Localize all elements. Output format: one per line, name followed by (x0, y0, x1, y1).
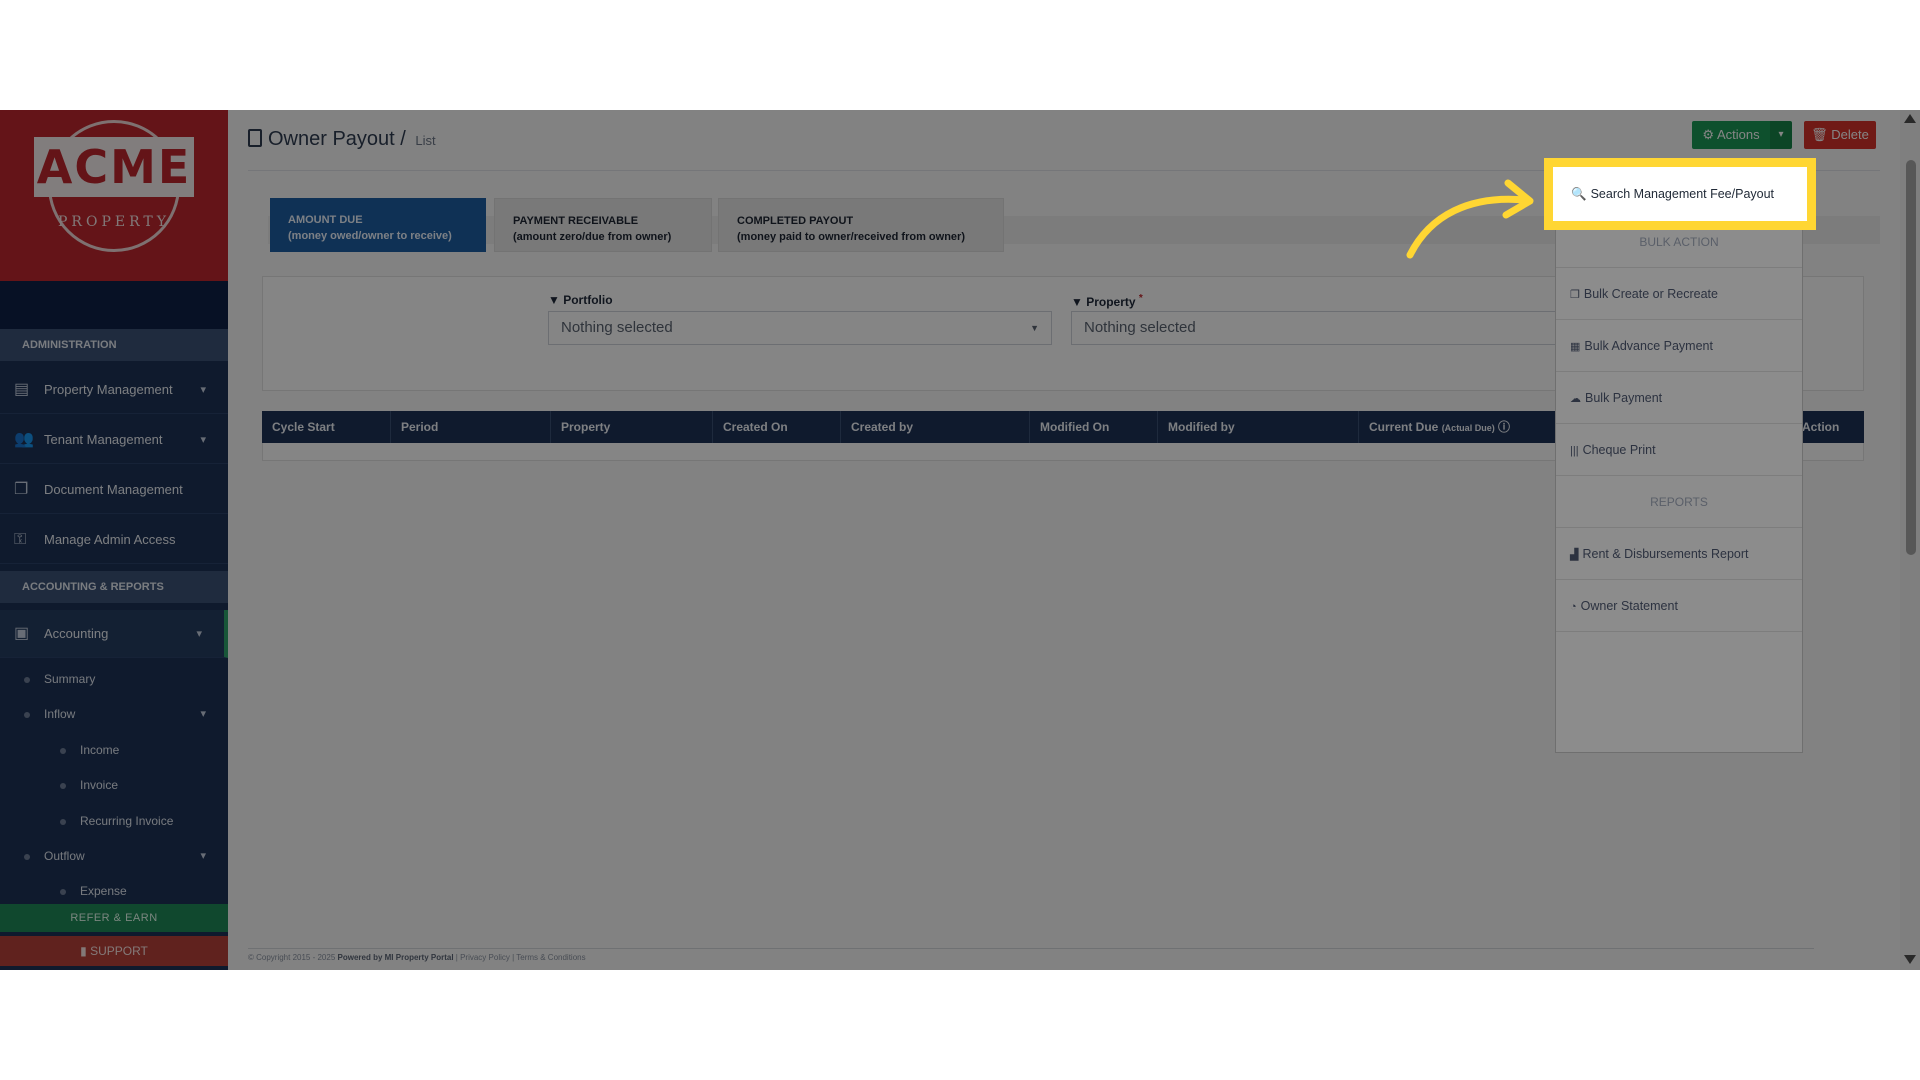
barcode-icon: ||| (1570, 445, 1579, 457)
actions-dropdown-menu: BULK ACTION ❐ Bulk Create or Recreate ▦ Bu… (1555, 163, 1803, 753)
copy-icon: ❐ (1570, 289, 1580, 301)
search-icon: 🔍 (1571, 187, 1587, 201)
menu-item-label: Rent & Disbursements Report (1582, 547, 1749, 561)
menu-item-label: Owner Statement (1580, 599, 1678, 613)
menu-item-bulk-advance-payment[interactable]: ▦ Bulk Advance Payment (1556, 320, 1802, 372)
menu-item-search-management-fee[interactable]: 🔍 Search Management Fee/Payout (1553, 167, 1807, 221)
app-window: ACME PROPERTY ADMINISTRATION ▤ Property … (0, 110, 1920, 970)
menu-item-label: Bulk Advance Payment (1584, 339, 1713, 353)
pie-chart-icon: ◔ (1570, 601, 1577, 613)
menu-item-rent-disbursements-report[interactable]: ▟ Rent & Disbursements Report (1556, 528, 1802, 580)
cloud-icon: ☁ (1570, 393, 1581, 405)
dropdown-header-reports: REPORTS (1556, 476, 1802, 528)
menu-item-bulk-create[interactable]: ❐ Bulk Create or Recreate (1556, 268, 1802, 320)
bar-chart-icon: ▟ (1570, 549, 1579, 561)
menu-item-label: Search Management Fee/Payout (1590, 187, 1775, 201)
menu-item-owner-statement[interactable]: ◔ Owner Statement (1556, 580, 1802, 632)
menu-item-label: Bulk Create or Recreate (1583, 287, 1718, 301)
menu-item-label: Bulk Payment (1585, 391, 1663, 405)
menu-item-cheque-print[interactable]: ||| Cheque Print (1556, 424, 1802, 476)
calculator-icon: ▦ (1570, 341, 1581, 353)
menu-item-label: Cheque Print (1582, 443, 1656, 457)
pointer-arrow-icon (1406, 179, 1534, 259)
menu-item-bulk-payment[interactable]: ☁ Bulk Payment (1556, 372, 1802, 424)
arrow-shaft (1406, 195, 1529, 259)
